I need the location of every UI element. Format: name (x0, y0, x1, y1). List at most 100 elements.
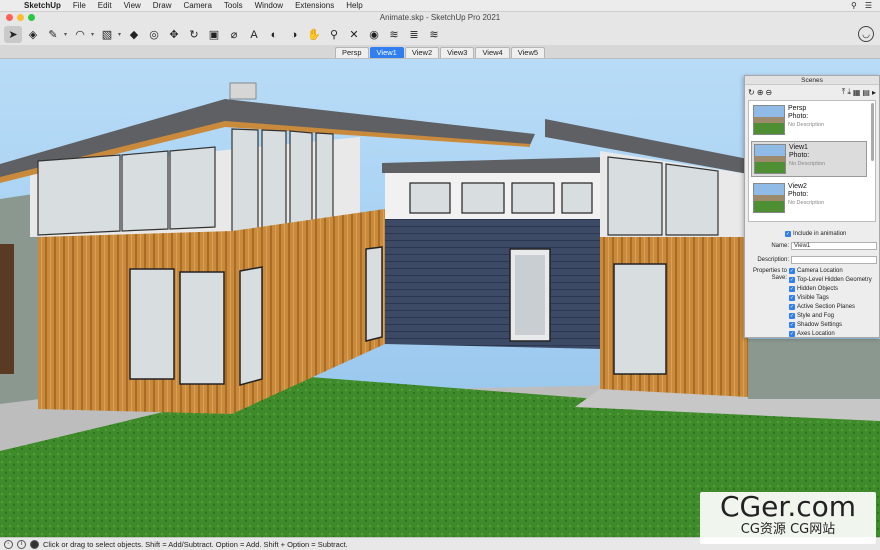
scene-list[interactable]: Persp Photo: No Description View1 Photo:… (748, 100, 876, 222)
property-checkbox[interactable]: ✓ (789, 304, 795, 310)
property-row-shadow-settings[interactable]: ✓ Shadow Settings (789, 322, 842, 328)
scenes-panel-title: Scenes (745, 76, 879, 85)
layout-tool[interactable]: ≣ (405, 26, 423, 43)
move-icon: ✥ (169, 29, 179, 41)
menu-tools[interactable]: Tools (218, 1, 249, 10)
user-icon[interactable] (30, 539, 39, 549)
property-row-top-level-hidden-geometry[interactable]: ✓ Top-Level Hidden Geometry (789, 277, 872, 283)
geo-location-icon[interactable]: ◦ (4, 539, 13, 549)
menu-draw[interactable]: Draw (147, 1, 178, 10)
scene-tabs: Persp View1 View2 View3 View4 View5 (0, 45, 880, 59)
scene-list-item-view2[interactable]: View2 Photo: No Description (751, 181, 867, 217)
scene-description: No Description (788, 122, 825, 128)
show-details-icon[interactable]: ▤ (862, 88, 870, 97)
scene-tab-view2[interactable]: View2 (404, 47, 440, 58)
search-icon[interactable]: ⚲ (851, 1, 857, 10)
scene-list-item-persp[interactable]: Persp Photo: No Description (751, 103, 867, 139)
scene-tab-view1[interactable]: View1 (369, 47, 404, 58)
property-row-visible-tags[interactable]: ✓ Visible Tags (789, 295, 829, 301)
warehouse-tool[interactable]: ◉ (365, 26, 383, 43)
scale-tool[interactable]: ▣ (205, 26, 223, 43)
arc-tool[interactable]: ◠ (71, 26, 89, 43)
property-checkbox[interactable]: ✓ (789, 286, 795, 292)
main-toolbar: ➤ ◈ ✎ ▾ ◠ ▾ ▧ ▾ ◆ ◎ ✥ ↻ ▣ ⌀ A ◐ ◑ ✋ ⚲ ✕ ◉ ≋ ≣ ≋ (0, 24, 880, 45)
menu-camera[interactable]: Camera (177, 1, 217, 10)
property-checkbox[interactable]: ✓ (789, 322, 795, 328)
property-row-style-and-fog[interactable]: ✓ Style and Fog (789, 313, 834, 319)
scenes-panel-toolbar: ↻ ⊕ ⊖ ⤒ ⤓ ▦ ▤ ▸ (745, 85, 879, 99)
property-row-camera-location[interactable]: ✓ Camera Location (789, 268, 843, 274)
zoom-tool[interactable]: ⚲ (325, 26, 343, 43)
zoom-extents-tool[interactable]: ✕ (345, 26, 363, 43)
chevron-down-icon[interactable]: ▾ (64, 31, 69, 38)
move-scene-down-icon[interactable]: ⤓ (847, 87, 851, 97)
scene-description-field[interactable] (791, 256, 877, 264)
watermark-text: CGer.com (719, 490, 857, 523)
property-label: Top-Level Hidden Geometry (797, 277, 872, 283)
style-builder-tool[interactable]: ≋ (425, 26, 443, 43)
menu-help[interactable]: Help (340, 1, 368, 10)
property-row-hidden-objects[interactable]: ✓ Hidden Objects (789, 286, 838, 292)
include-in-animation-checkbox[interactable]: ✓ (785, 231, 791, 237)
move-tool[interactable]: ✥ (165, 26, 183, 43)
scene-tab-view5[interactable]: View5 (510, 47, 546, 58)
offset-icon: ◎ (149, 29, 159, 41)
update-scene-icon[interactable]: ↻ (748, 88, 755, 97)
scene-tab-persp[interactable]: Persp (334, 47, 369, 58)
control-center-icon[interactable]: ☰ (865, 1, 872, 10)
scene-tab-view4[interactable]: View4 (475, 47, 510, 58)
roof-chimney (229, 82, 257, 100)
right-stone-wall (748, 339, 880, 399)
orbit-tool[interactable]: ◑ (285, 26, 303, 43)
property-checkbox[interactable]: ✓ (789, 295, 795, 301)
tape-measure-icon: ⌀ (230, 29, 238, 41)
watermark-subtext: CG资源 CG网站 (740, 522, 836, 537)
property-checkbox[interactable]: ✓ (789, 331, 795, 337)
scene-name-field[interactable]: View1 (791, 242, 877, 250)
property-row-active-section-planes[interactable]: ✓ Active Section Planes (789, 304, 855, 310)
property-checkbox[interactable]: ✓ (789, 277, 795, 283)
rectangle-icon: ▧ (101, 29, 113, 41)
add-scene-icon[interactable]: ⊕ (757, 88, 764, 97)
arc-icon: ◠ (75, 29, 85, 41)
credits-icon[interactable]: i (17, 539, 26, 549)
scenes-panel: Scenes ↻ ⊕ ⊖ ⤒ ⤓ ▦ ▤ ▸ Persp Photo: No D… (744, 75, 880, 338)
user-account-icon[interactable]: ◡ (858, 26, 874, 42)
property-checkbox[interactable]: ✓ (789, 313, 795, 319)
offset-tool[interactable]: ◎ (145, 26, 163, 43)
pan-tool[interactable]: ✋ (305, 26, 323, 43)
property-row-axes-location[interactable]: ✓ Axes Location (789, 331, 835, 337)
rotate-tool[interactable]: ↻ (185, 26, 203, 43)
orbit-icon: ◑ (290, 28, 298, 41)
property-checkbox[interactable]: ✓ (789, 268, 795, 274)
line-tool[interactable]: ✎ (44, 26, 62, 43)
move-scene-up-icon[interactable]: ⤒ (842, 87, 846, 97)
view-options-icon[interactable]: ▦ (853, 88, 861, 97)
menu-app-name[interactable]: SketchUp (18, 1, 67, 10)
eraser-tool[interactable]: ◈ (24, 26, 42, 43)
scene-tab-view3[interactable]: View3 (440, 47, 475, 58)
extension-warehouse-tool[interactable]: ≋ (385, 26, 403, 43)
include-in-animation-row[interactable]: ✓ Include in animation (785, 231, 846, 237)
paint-bucket-icon: ◐ (270, 28, 278, 41)
menu-window[interactable]: Window (249, 1, 289, 10)
window-title: Animate.skp - SketchUp Pro 2021 (379, 13, 501, 22)
scene-list-item-view1[interactable]: View1 Photo: No Description (751, 141, 867, 177)
menu-file[interactable]: File (67, 1, 92, 10)
paint-bucket-tool[interactable]: ◐ (265, 26, 283, 43)
menu-extensions[interactable]: Extensions (289, 1, 340, 10)
tape-measure-tool[interactable]: ⌀ (225, 26, 243, 43)
rectangle-tool[interactable]: ▧ (98, 26, 116, 43)
scene-list-scrollbar[interactable] (871, 103, 874, 161)
remove-scene-icon[interactable]: ⊖ (765, 88, 772, 97)
select-tool[interactable]: ➤ (4, 26, 22, 43)
properties-to-save-label: Properties to Save: (752, 268, 787, 281)
menu-view[interactable]: View (118, 1, 147, 10)
chevron-down-icon[interactable]: ▾ (91, 31, 96, 38)
push-pull-tool[interactable]: ◆ (125, 26, 143, 43)
panel-menu-icon[interactable]: ▸ (872, 88, 876, 97)
text-tool[interactable]: A (245, 26, 263, 43)
property-label: Hidden Objects (797, 286, 839, 292)
menu-edit[interactable]: Edit (92, 1, 118, 10)
chevron-down-icon[interactable]: ▾ (118, 31, 123, 38)
